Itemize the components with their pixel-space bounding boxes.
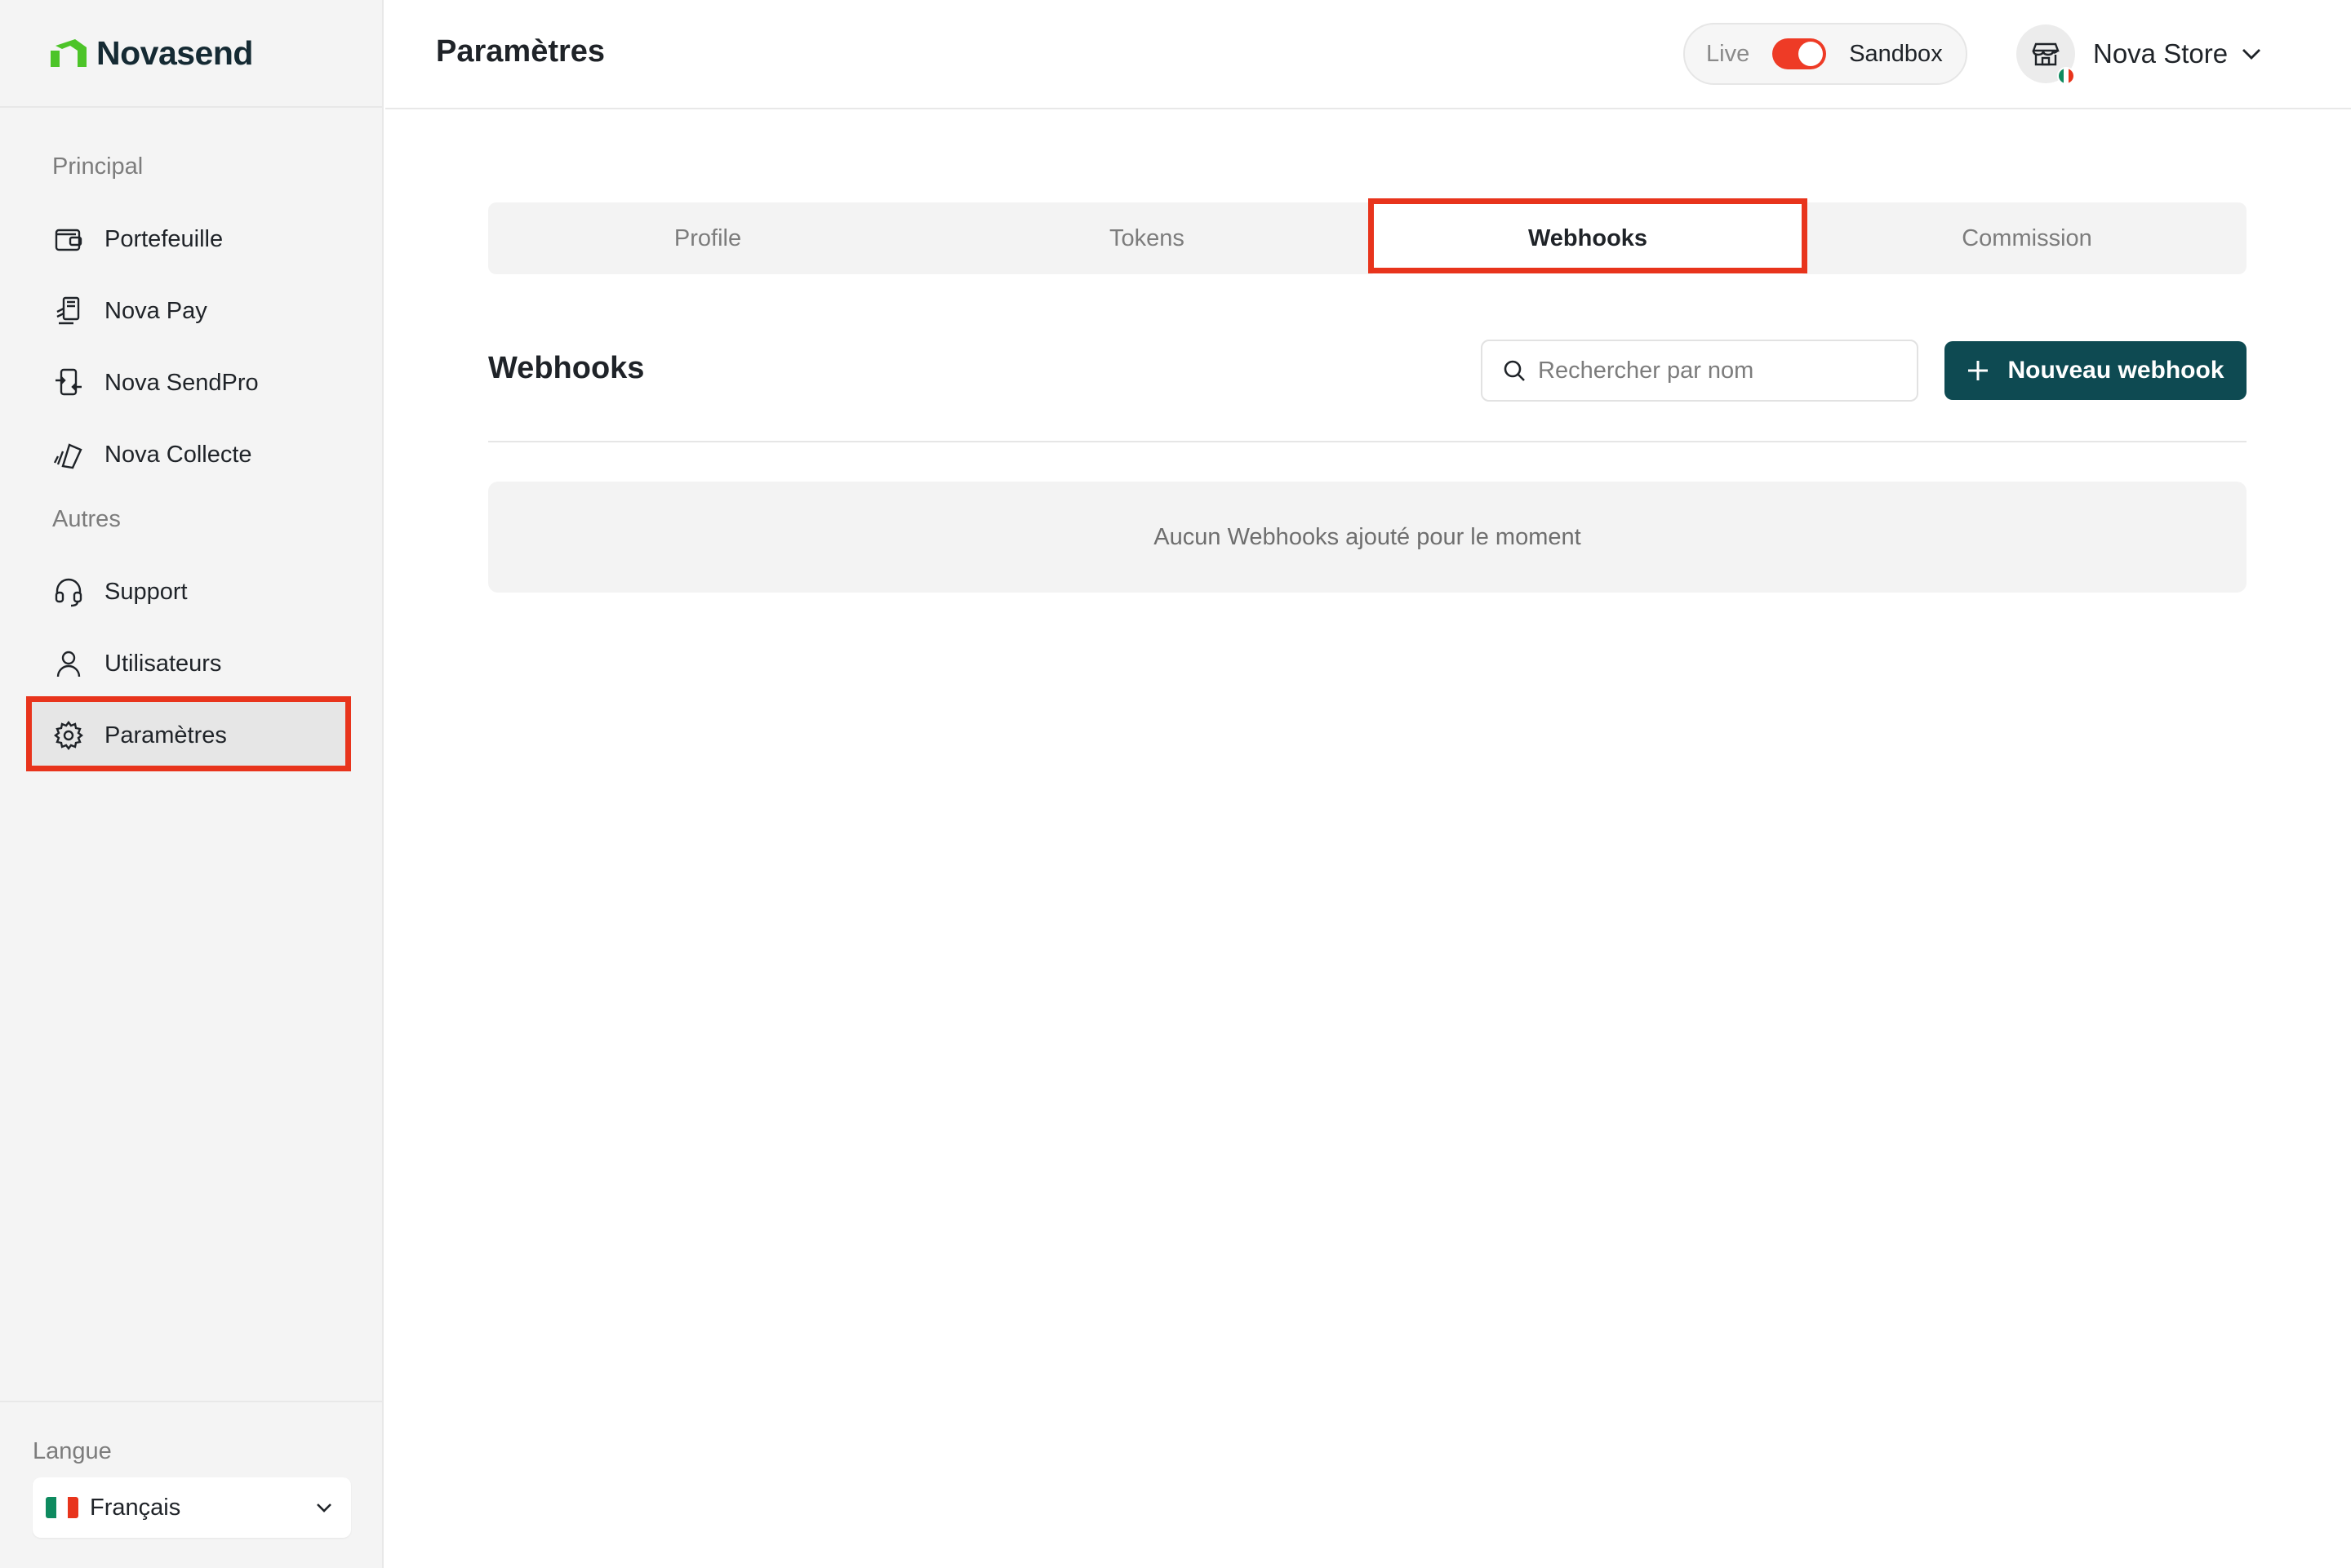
cards-icon — [52, 438, 85, 471]
sidebar-item-label: Support — [104, 578, 188, 605]
search-field[interactable] — [1481, 340, 1918, 402]
chevron-down-icon — [317, 1504, 331, 1512]
section-label-principal: Principal — [52, 153, 144, 180]
store-name: Nova Store — [2093, 38, 2229, 69]
store-icon — [2032, 42, 2060, 66]
tab-webhooks[interactable]: Webhooks — [1368, 202, 1807, 274]
headset-icon — [52, 575, 85, 608]
gear-icon — [52, 719, 85, 752]
divider — [488, 441, 2247, 442]
language-selected: Français — [90, 1494, 181, 1521]
top-header: Paramètres Live Sandbox Nova Store — [385, 0, 2351, 109]
settings-tabs: Profile Tokens Webhooks Commission — [488, 202, 2247, 274]
france-flag-icon — [46, 1497, 78, 1518]
sidebar-item-nova-sendpro[interactable]: Nova SendPro — [26, 347, 351, 419]
pos-terminal-icon — [52, 295, 85, 327]
novasend-logo-icon — [51, 39, 87, 67]
sidebar-item-label: Nova SendPro — [104, 369, 259, 396]
sidebar: Novasend Principal Portefeuille Nova Pay… — [0, 0, 384, 1568]
sidebar-item-label: Portefeuille — [104, 225, 224, 252]
france-flag-icon — [2057, 67, 2075, 85]
logo[interactable]: Novasend — [0, 0, 384, 108]
env-sandbox-label: Sandbox — [1849, 40, 1943, 67]
env-live-label: Live — [1706, 40, 1750, 67]
store-avatar — [2016, 24, 2075, 85]
new-webhook-button[interactable]: Nouveau webhook — [1944, 341, 2247, 400]
chevron-down-icon — [2242, 49, 2261, 60]
sidebar-footer: Langue Français — [0, 1401, 384, 1568]
phone-transfer-icon — [52, 366, 85, 399]
tab-profile[interactable]: Profile — [488, 202, 927, 274]
user-icon — [52, 647, 85, 680]
tab-commission[interactable]: Commission — [1807, 202, 2247, 274]
empty-message: Aucun Webhooks ajouté pour le moment — [1153, 523, 1581, 550]
sidebar-item-support[interactable]: Support — [26, 556, 351, 628]
sidebar-item-utilisateurs[interactable]: Utilisateurs — [26, 628, 351, 700]
sidebar-item-portefeuille[interactable]: Portefeuille — [26, 203, 351, 275]
section-label-autres: Autres — [52, 506, 121, 532]
page-title: Paramètres — [436, 34, 606, 69]
store-menu[interactable]: Nova Store — [2016, 23, 2262, 85]
sidebar-item-nova-collecte[interactable]: Nova Collecte — [26, 419, 351, 491]
search-icon — [1504, 360, 1525, 381]
section-title: Webhooks — [488, 351, 645, 385]
new-webhook-label: Nouveau webhook — [2007, 357, 2224, 384]
sidebar-item-label: Nova Collecte — [104, 441, 252, 468]
language-label: Langue — [33, 1438, 112, 1464]
tab-tokens[interactable]: Tokens — [927, 202, 1367, 274]
wallet-icon — [52, 223, 85, 255]
switch-knob — [1798, 42, 1824, 66]
sidebar-item-nova-pay[interactable]: Nova Pay — [26, 275, 351, 347]
sidebar-item-label: Utilisateurs — [104, 650, 222, 677]
env-switch[interactable] — [1772, 38, 1827, 69]
sidebar-item-label: Paramètres — [104, 722, 227, 748]
empty-state: Aucun Webhooks ajouté pour le moment — [488, 482, 2247, 593]
sidebar-item-parametres[interactable]: Paramètres — [26, 700, 351, 771]
search-input[interactable] — [1538, 357, 1897, 384]
language-select[interactable]: Français — [33, 1477, 351, 1538]
app-name: Novasend — [96, 33, 253, 72]
sidebar-item-label: Nova Pay — [104, 297, 207, 324]
environment-toggle[interactable]: Live Sandbox — [1683, 23, 1967, 85]
plus-icon — [1968, 361, 1989, 380]
